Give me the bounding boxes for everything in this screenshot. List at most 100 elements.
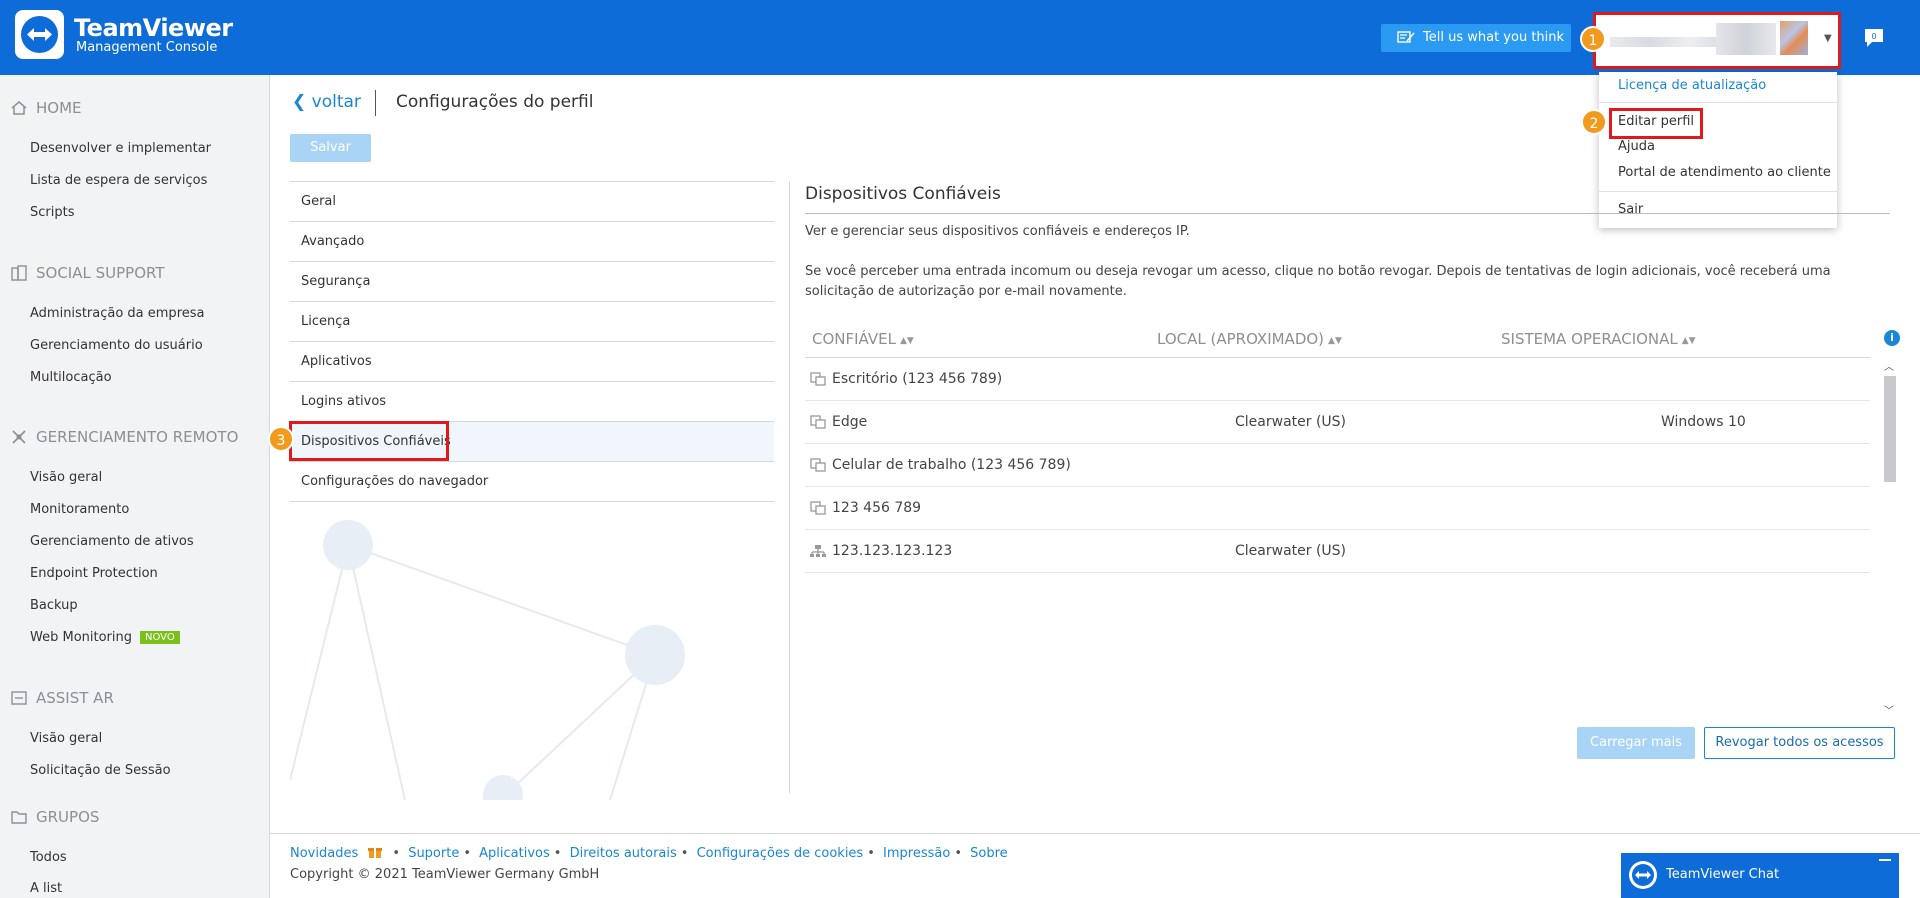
home-icon xyxy=(11,101,27,115)
chevron-up-icon[interactable]: ︿ xyxy=(1884,358,1894,373)
sidebar-item-deploy[interactable]: Desenvolver e implementar xyxy=(30,141,211,156)
highlight-edit-profile xyxy=(1609,108,1703,139)
table-row[interactable]: Edge Clearwater (US) Windows 10 xyxy=(805,401,1870,444)
sidebar-item-user-management[interactable]: Gerenciamento do usuário xyxy=(30,338,203,353)
chat-widget[interactable]: TeamViewer Chat xyxy=(1621,853,1899,898)
page-title: Configurações do perfil xyxy=(396,92,594,112)
device-icon xyxy=(810,458,826,472)
panel-description: Ver e gerenciar seus dispositivos confiá… xyxy=(805,224,1190,239)
nav-item-license[interactable]: Licença xyxy=(290,302,774,342)
feedback-label: Tell us what you think xyxy=(1423,30,1565,45)
minimize-icon[interactable] xyxy=(1879,859,1891,861)
footer-link-support[interactable]: Suporte xyxy=(408,846,459,861)
nav-item-active-logins[interactable]: Logins ativos xyxy=(290,382,774,422)
nav-item-general[interactable]: Geral xyxy=(290,182,774,222)
sidebar-item-all-groups[interactable]: Todos xyxy=(30,850,67,865)
sidebar-item-web-monitoring[interactable]: Web Monitoring NOVO xyxy=(30,630,180,645)
copyright-text: Copyright © 2021 TeamViewer Germany GmbH xyxy=(290,867,600,882)
feedback-button[interactable]: Tell us what you think xyxy=(1381,24,1571,52)
footer-link-apps[interactable]: Aplicativos xyxy=(479,846,550,861)
sidebar-item-ar-overview[interactable]: Visão geral xyxy=(30,731,102,746)
sidebar-item-backup[interactable]: Backup xyxy=(30,598,78,613)
sidebar-item-service-queue[interactable]: Lista de espera de serviços xyxy=(30,173,207,188)
sidebar-item-multitenancy[interactable]: Multilocação xyxy=(30,370,112,385)
teamviewer-chat-icon xyxy=(1629,861,1657,889)
chevron-down-icon[interactable]: ﹀ xyxy=(1884,702,1894,717)
footer-link-cookie-settings[interactable]: Configurações de cookies xyxy=(697,846,864,861)
footer-link-copyright[interactable]: Direitos autorais xyxy=(570,846,677,861)
folder-icon xyxy=(11,811,27,824)
brand-subtitle: Management Console xyxy=(76,40,218,55)
scrollbar-thumb[interactable] xyxy=(1884,376,1896,482)
menu-item-logout[interactable]: Sair xyxy=(1618,202,1643,217)
table-scrollbar[interactable]: ︿ ﹀ xyxy=(1882,358,1898,718)
load-more-button[interactable]: Carregar mais xyxy=(1577,727,1695,759)
nav-item-security[interactable]: Segurança xyxy=(290,262,774,302)
sidebar-item-session-request[interactable]: Solicitação de Sessão xyxy=(30,763,171,778)
save-button[interactable]: Salvar xyxy=(290,134,371,162)
menu-divider xyxy=(1599,102,1837,103)
footer-links: Novidades • Suporte • Aplicativos • Direit… xyxy=(290,846,1008,861)
menu-item-license-upgrade[interactable]: Licença de atualização xyxy=(1618,78,1766,93)
sidebar-section-assist-ar[interactable]: ASSIST AR xyxy=(10,689,114,707)
footer-link-about[interactable]: Sobre xyxy=(970,846,1008,861)
menu-item-customer-portal[interactable]: Portal de atendimento ao cliente xyxy=(1618,165,1831,180)
network-icon xyxy=(810,545,826,557)
sidebar-item-endpoint-protection[interactable]: Endpoint Protection xyxy=(30,566,158,581)
highlight-trusted-devices xyxy=(289,421,449,461)
remote-management-icon xyxy=(12,430,26,444)
info-icon[interactable]: i xyxy=(1884,330,1900,346)
notification-count: 0 xyxy=(1871,32,1876,41)
sidebar-section-social-support[interactable]: SOCIAL SUPPORT xyxy=(10,264,165,282)
network-decoration xyxy=(290,520,685,800)
sidebar-item-company-admin[interactable]: Administração da empresa xyxy=(30,306,204,321)
nav-item-browser-settings[interactable]: Configurações do navegador xyxy=(290,462,774,502)
footer-link-news[interactable]: Novidades xyxy=(290,846,358,861)
table-row[interactable]: Escritório (123 456 789) xyxy=(805,358,1870,401)
panel-divider-line xyxy=(805,213,1890,214)
blurred-user-name xyxy=(1610,37,1730,47)
panel-instructions: Se você perceber uma entrada incomum ou … xyxy=(805,264,1831,299)
table-row[interactable]: Celular de trabalho (123 456 789) xyxy=(805,444,1870,487)
column-header-location[interactable]: LOCAL (APROXIMADO) ▲▼ xyxy=(1157,330,1342,348)
footer-link-imprint[interactable]: Impressão xyxy=(883,846,950,861)
table-row[interactable]: 123.123.123.123 Clearwater (US) xyxy=(805,530,1870,573)
step-badge-1: 1 xyxy=(1580,26,1606,52)
assist-ar-icon xyxy=(11,691,27,705)
sidebar-item-monitoring[interactable]: Monitoramento xyxy=(30,502,129,517)
sidebar: HOME Desenvolver e implementar Lista de … xyxy=(0,75,270,898)
sidebar-section-home[interactable]: HOME xyxy=(10,99,82,117)
table-row[interactable]: 123 456 789 xyxy=(805,487,1870,530)
blurred-user-email xyxy=(1716,23,1776,55)
sidebar-section-groups[interactable]: GRUPOS xyxy=(10,808,99,826)
menu-item-help[interactable]: Ajuda xyxy=(1618,139,1655,154)
column-header-os[interactable]: SISTEMA OPERACIONAL ▲▼ xyxy=(1501,330,1696,348)
menu-divider xyxy=(1599,191,1837,192)
step-badge-2: 2 xyxy=(1581,109,1607,135)
sort-icon: ▲▼ xyxy=(899,336,914,346)
sidebar-item-scripts[interactable]: Scripts xyxy=(30,205,74,220)
nav-item-apps[interactable]: Aplicativos xyxy=(290,342,774,382)
user-menu-toggle[interactable]: ▼ xyxy=(1593,12,1841,69)
nav-item-advanced[interactable]: Avançado xyxy=(290,222,774,262)
new-badge: NOVO xyxy=(140,631,180,644)
step-badge-3: 3 xyxy=(268,426,294,452)
device-icon xyxy=(810,501,826,515)
avatar xyxy=(1780,21,1808,55)
user-dropdown-menu: Licença de atualização Editar perfil Aju… xyxy=(1599,72,1837,228)
sidebar-item-overview[interactable]: Visão geral xyxy=(30,470,102,485)
sidebar-item-asset-management[interactable]: Gerenciamento de ativos xyxy=(30,534,194,549)
column-header-trusted[interactable]: CONFIÁVEL ▲▼ xyxy=(812,330,914,348)
teamviewer-logo-icon[interactable] xyxy=(15,10,64,59)
panel-divider xyxy=(789,181,790,793)
caret-down-icon: ▼ xyxy=(1824,33,1832,44)
panel-title: Dispositivos Confiáveis xyxy=(805,184,1001,204)
notification-icon[interactable]: 0 xyxy=(1863,27,1885,49)
back-link[interactable]: ❮ voltar xyxy=(292,92,361,112)
sort-icon: ▲▼ xyxy=(1681,336,1696,346)
revoke-all-button[interactable]: Revogar todos os acessos xyxy=(1704,727,1895,759)
sidebar-item-a-list[interactable]: A list xyxy=(30,881,62,896)
feedback-icon xyxy=(1397,31,1415,43)
sidebar-section-remote-management[interactable]: GERENCIAMENTO REMOTO xyxy=(10,428,238,446)
building-icon xyxy=(11,265,27,281)
